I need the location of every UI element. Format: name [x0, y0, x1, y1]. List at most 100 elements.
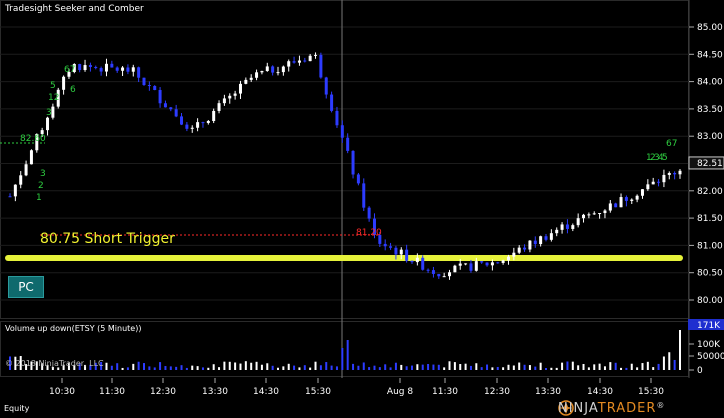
volume-bar: [673, 359, 676, 370]
count-mark: 2: [38, 181, 44, 191]
x-tick-label: 14:30: [587, 387, 613, 397]
volume-bar: [325, 362, 328, 370]
candle-body: [480, 261, 484, 263]
volume-bar: [587, 367, 590, 370]
candle-body: [206, 121, 210, 123]
candle-body: [389, 246, 393, 248]
chart-title: Tradesight Seeker and Comber: [5, 4, 144, 14]
volume-bar: [523, 364, 526, 370]
volume-bar: [223, 361, 226, 370]
y-tick-label: 81.00: [697, 241, 723, 251]
candle-body: [324, 77, 328, 95]
x-tick-label: 11:30: [99, 387, 125, 397]
candle-body: [147, 85, 151, 87]
volume-bar: [218, 367, 221, 370]
candle-body: [260, 70, 264, 73]
chart-window: 85.0084.5084.0083.5083.0082.5082.0081.50…: [0, 0, 724, 418]
candle-body: [560, 224, 564, 230]
y-tick-label: 80.50: [697, 269, 723, 279]
volume-bar: [475, 363, 478, 370]
count-mark: 3: [46, 108, 52, 118]
volume-bar: [212, 364, 215, 370]
candle-body: [287, 61, 291, 67]
candle-body: [490, 262, 494, 266]
candle-body: [635, 195, 639, 200]
volume-bar: [282, 366, 285, 370]
candle-body: [244, 79, 248, 84]
volume-bar: [555, 367, 558, 370]
x-tick-label: 12:30: [150, 387, 176, 397]
equity-tab[interactable]: Equity: [4, 404, 29, 413]
volume-bar: [309, 367, 312, 370]
candle-body: [319, 54, 323, 78]
volume-bar: [271, 365, 274, 370]
volume-bar: [657, 363, 660, 370]
x-tick-label: Aug 8: [387, 387, 413, 397]
price-chart[interactable]: 85.0084.5084.0083.5083.0082.5082.0081.50…: [0, 0, 724, 418]
candle-body: [667, 173, 671, 175]
volume-bar: [550, 367, 553, 370]
candle-body: [314, 54, 318, 56]
candle-body: [346, 137, 350, 151]
volume-bar: [352, 363, 355, 370]
candle-body: [201, 122, 205, 124]
volume-bar: [416, 364, 419, 370]
candle-body: [121, 67, 125, 71]
volume-bar: [421, 364, 424, 370]
candle-body: [158, 90, 162, 104]
count-mark: 5: [662, 153, 668, 163]
y-tick-label: 84.00: [697, 78, 723, 88]
candle-body: [19, 175, 23, 185]
candle-body: [51, 106, 55, 118]
volume-bar: [432, 364, 435, 370]
pc-button[interactable]: PC: [8, 276, 44, 298]
candle-body: [469, 263, 473, 271]
y-tick-label: 83.00: [697, 132, 723, 142]
volume-bar: [662, 356, 665, 370]
candle-body: [571, 225, 575, 229]
candle-body: [180, 116, 184, 125]
candle-body: [662, 174, 666, 183]
volume-bar: [346, 340, 349, 370]
volume-bar: [384, 364, 387, 370]
candle-body: [464, 263, 468, 265]
candle-body: [222, 98, 226, 104]
volume-bar: [528, 365, 531, 370]
candle-body: [549, 233, 553, 240]
candle-body: [330, 94, 334, 111]
count-mark: 12: [48, 93, 59, 103]
candle-body: [356, 174, 360, 184]
candle-body: [431, 270, 435, 274]
volume-bar: [201, 367, 204, 370]
candle-body: [297, 60, 301, 63]
volume-bar: [507, 364, 510, 370]
volume-tick-label: 50000: [697, 352, 724, 362]
volume-bar: [641, 363, 644, 370]
candle-body: [174, 109, 178, 117]
volume-bar: [539, 362, 542, 370]
candle-body: [678, 170, 682, 175]
volume-bar: [582, 363, 585, 370]
candle-body: [212, 110, 216, 122]
candle-body: [506, 256, 510, 261]
volume-bar: [196, 366, 199, 370]
volume-bar: [577, 365, 580, 370]
volume-bar: [132, 363, 135, 370]
x-tick-label: 15:30: [305, 387, 331, 397]
x-tick-label: 13:30: [535, 387, 561, 397]
volume-bar: [287, 363, 290, 370]
x-tick-label: 13:30: [202, 387, 228, 397]
copyright-text: © 2013 NinjaTrader, LLC: [5, 359, 104, 368]
candle-body: [137, 67, 141, 78]
volume-bar: [502, 367, 505, 370]
candle-body: [651, 181, 655, 185]
volume-bar: [571, 361, 574, 370]
candle-body: [238, 83, 242, 94]
candle-body: [308, 55, 312, 62]
candle-body: [153, 86, 157, 91]
volume-bar: [293, 365, 296, 370]
volume-bar: [228, 361, 231, 370]
volume-bar: [453, 362, 456, 370]
volume-bar: [137, 361, 140, 370]
candle-body: [630, 199, 634, 201]
